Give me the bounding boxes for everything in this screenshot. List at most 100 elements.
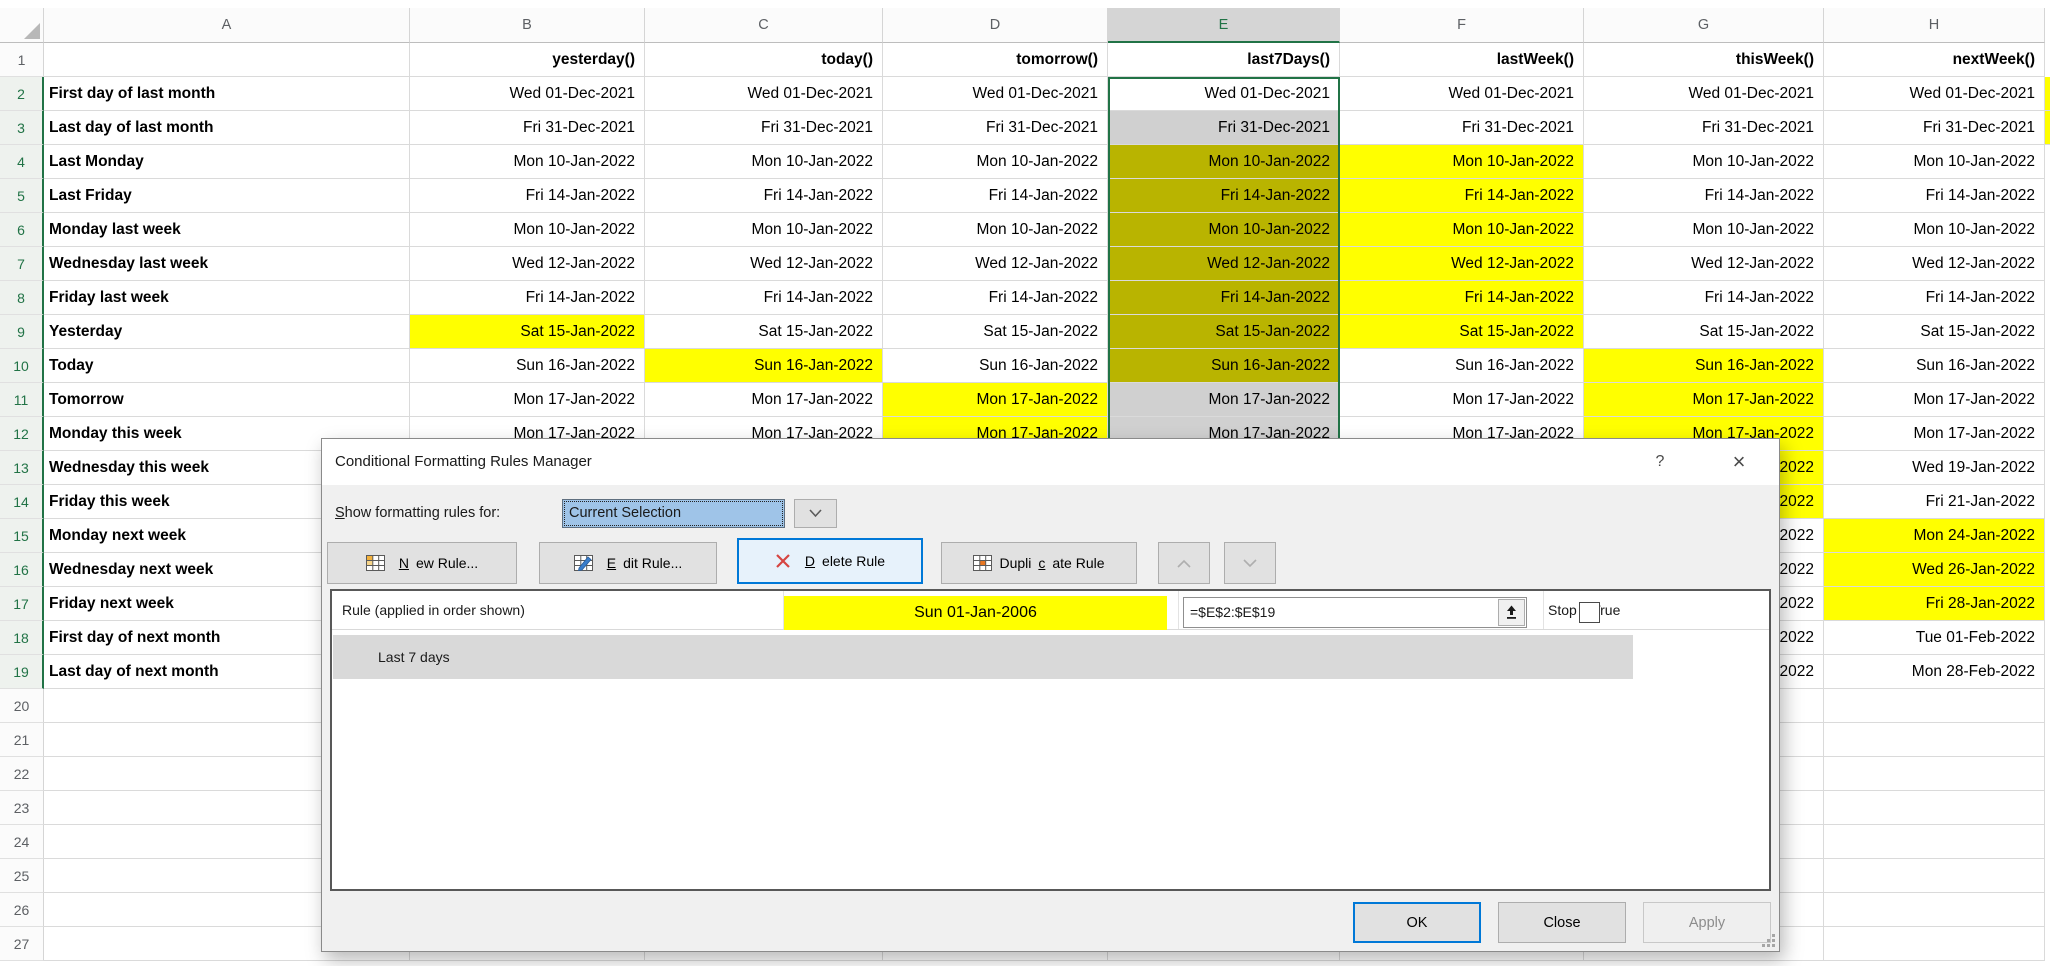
cell-B3[interactable]: Fri 31-Dec-2021 xyxy=(410,111,645,145)
cell-H6[interactable]: Mon 10-Jan-2022 xyxy=(1824,213,2045,247)
close-icon[interactable]: × xyxy=(1717,439,1761,485)
cell-E6[interactable]: Mon 10-Jan-2022 xyxy=(1108,213,1340,247)
cell-H15[interactable]: Mon 24-Jan-2022 xyxy=(1824,519,2045,553)
row-header-17[interactable]: 17 xyxy=(0,587,44,621)
cell-A11[interactable]: Tomorrow xyxy=(44,383,410,417)
row-header-26[interactable]: 26 xyxy=(0,893,44,927)
cell-D7[interactable]: Wed 12-Jan-2022 xyxy=(883,247,1108,281)
cell-H2[interactable]: Wed 01-Dec-2021 xyxy=(1824,77,2045,111)
cell-H25[interactable] xyxy=(1824,859,2045,893)
cell-I3-sliver[interactable] xyxy=(2045,111,2050,145)
cell-C10[interactable]: Sun 16-Jan-2022 xyxy=(645,349,883,383)
row-header-10[interactable]: 10 xyxy=(0,349,44,383)
cell-D4[interactable]: Mon 10-Jan-2022 xyxy=(883,145,1108,179)
cell-B7[interactable]: Wed 12-Jan-2022 xyxy=(410,247,645,281)
cell-E9[interactable]: Sat 15-Jan-2022 xyxy=(1108,315,1340,349)
row-header-9[interactable]: 9 xyxy=(0,315,44,349)
cell-H24[interactable] xyxy=(1824,825,2045,859)
cell-F6[interactable]: Mon 10-Jan-2022 xyxy=(1340,213,1584,247)
delete-rule-button[interactable]: Delete Rule xyxy=(737,538,923,584)
cell-C11[interactable]: Mon 17-Jan-2022 xyxy=(645,383,883,417)
row-header-20[interactable]: 20 xyxy=(0,689,44,723)
cell-A9[interactable]: Yesterday xyxy=(44,315,410,349)
select-all-corner[interactable] xyxy=(0,8,44,43)
cell-F8[interactable]: Fri 14-Jan-2022 xyxy=(1340,281,1584,315)
cell-H4[interactable]: Mon 10-Jan-2022 xyxy=(1824,145,2045,179)
cell-A6[interactable]: Monday last week xyxy=(44,213,410,247)
row-header-3[interactable]: 3 xyxy=(0,111,44,145)
row-header-19[interactable]: 19 xyxy=(0,655,44,689)
cell-H11[interactable]: Mon 17-Jan-2022 xyxy=(1824,383,2045,417)
row-header-8[interactable]: 8 xyxy=(0,281,44,315)
cell-G2[interactable]: Wed 01-Dec-2021 xyxy=(1584,77,1824,111)
row-header-6[interactable]: 6 xyxy=(0,213,44,247)
row-header-22[interactable]: 22 xyxy=(0,757,44,791)
row-header-13[interactable]: 13 xyxy=(0,451,44,485)
cell-D8[interactable]: Fri 14-Jan-2022 xyxy=(883,281,1108,315)
row-header-24[interactable]: 24 xyxy=(0,825,44,859)
cell-E1[interactable]: last7Days() xyxy=(1108,43,1340,77)
applies-to-field[interactable]: =$E$2:$E$19 xyxy=(1183,597,1527,628)
cell-E10[interactable]: Sun 16-Jan-2022 xyxy=(1108,349,1340,383)
cell-H20[interactable] xyxy=(1824,689,2045,723)
cell-H9[interactable]: Sat 15-Jan-2022 xyxy=(1824,315,2045,349)
col-header-G[interactable]: G xyxy=(1584,8,1824,43)
new-rule-button[interactable]: New Rule... xyxy=(327,542,517,584)
cell-E5[interactable]: Fri 14-Jan-2022 xyxy=(1108,179,1340,213)
dialog-titlebar[interactable]: Conditional Formatting Rules Manager ? × xyxy=(322,439,1779,485)
cell-H27[interactable] xyxy=(1824,927,2045,961)
cell-B1[interactable]: yesterday() xyxy=(410,43,645,77)
rule-row-last-7-days[interactable]: Last 7 days xyxy=(333,635,1633,679)
cell-E7[interactable]: Wed 12-Jan-2022 xyxy=(1108,247,1340,281)
cell-B8[interactable]: Fri 14-Jan-2022 xyxy=(410,281,645,315)
row-header-27[interactable]: 27 xyxy=(0,927,44,961)
row-header-16[interactable]: 16 xyxy=(0,553,44,587)
apply-button[interactable]: Apply xyxy=(1643,902,1771,943)
cell-A3[interactable]: Last day of last month xyxy=(44,111,410,145)
cell-H18[interactable]: Tue 01-Feb-2022 xyxy=(1824,621,2045,655)
cell-C7[interactable]: Wed 12-Jan-2022 xyxy=(645,247,883,281)
cell-C5[interactable]: Fri 14-Jan-2022 xyxy=(645,179,883,213)
cell-H5[interactable]: Fri 14-Jan-2022 xyxy=(1824,179,2045,213)
cell-G1[interactable]: thisWeek() xyxy=(1584,43,1824,77)
cell-G7[interactable]: Wed 12-Jan-2022 xyxy=(1584,247,1824,281)
col-header-C[interactable]: C xyxy=(645,8,883,43)
row-header-14[interactable]: 14 xyxy=(0,485,44,519)
col-header-B[interactable]: B xyxy=(410,8,645,43)
cell-G9[interactable]: Sat 15-Jan-2022 xyxy=(1584,315,1824,349)
cell-D9[interactable]: Sat 15-Jan-2022 xyxy=(883,315,1108,349)
col-header-F[interactable]: F xyxy=(1340,8,1584,43)
duplicate-rule-button[interactable]: Duplicate Rule xyxy=(941,542,1137,584)
rules-scope-dropdown-arrow[interactable] xyxy=(794,499,837,528)
cell-H1[interactable]: nextWeek() xyxy=(1824,43,2045,77)
cell-D1[interactable]: tomorrow() xyxy=(883,43,1108,77)
cell-A7[interactable]: Wednesday last week xyxy=(44,247,410,281)
cell-H26[interactable] xyxy=(1824,893,2045,927)
cell-C1[interactable]: today() xyxy=(645,43,883,77)
cell-F1[interactable]: lastWeek() xyxy=(1340,43,1584,77)
cell-G4[interactable]: Mon 10-Jan-2022 xyxy=(1584,145,1824,179)
cell-F3[interactable]: Fri 31-Dec-2021 xyxy=(1340,111,1584,145)
row-header-18[interactable]: 18 xyxy=(0,621,44,655)
col-header-E[interactable]: E xyxy=(1108,8,1340,43)
cell-H14[interactable]: Fri 21-Jan-2022 xyxy=(1824,485,2045,519)
cell-G11[interactable]: Mon 17-Jan-2022 xyxy=(1584,383,1824,417)
col-header-D[interactable]: D xyxy=(883,8,1108,43)
row-header-2[interactable]: 2 xyxy=(0,77,44,111)
range-picker-button[interactable] xyxy=(1498,599,1525,626)
cell-B10[interactable]: Sun 16-Jan-2022 xyxy=(410,349,645,383)
cell-H12[interactable]: Mon 17-Jan-2022 xyxy=(1824,417,2045,451)
cell-A2[interactable]: First day of last month xyxy=(44,77,410,111)
cell-B4[interactable]: Mon 10-Jan-2022 xyxy=(410,145,645,179)
cell-G6[interactable]: Mon 10-Jan-2022 xyxy=(1584,213,1824,247)
cell-F4[interactable]: Mon 10-Jan-2022 xyxy=(1340,145,1584,179)
cell-C6[interactable]: Mon 10-Jan-2022 xyxy=(645,213,883,247)
cell-I2-sliver[interactable] xyxy=(2045,77,2050,111)
row-header-1[interactable]: 1 xyxy=(0,43,44,77)
cell-H21[interactable] xyxy=(1824,723,2045,757)
row-header-15[interactable]: 15 xyxy=(0,519,44,553)
cell-F10[interactable]: Sun 16-Jan-2022 xyxy=(1340,349,1584,383)
move-rule-up-button[interactable] xyxy=(1158,542,1210,584)
cell-D6[interactable]: Mon 10-Jan-2022 xyxy=(883,213,1108,247)
cell-G5[interactable]: Fri 14-Jan-2022 xyxy=(1584,179,1824,213)
